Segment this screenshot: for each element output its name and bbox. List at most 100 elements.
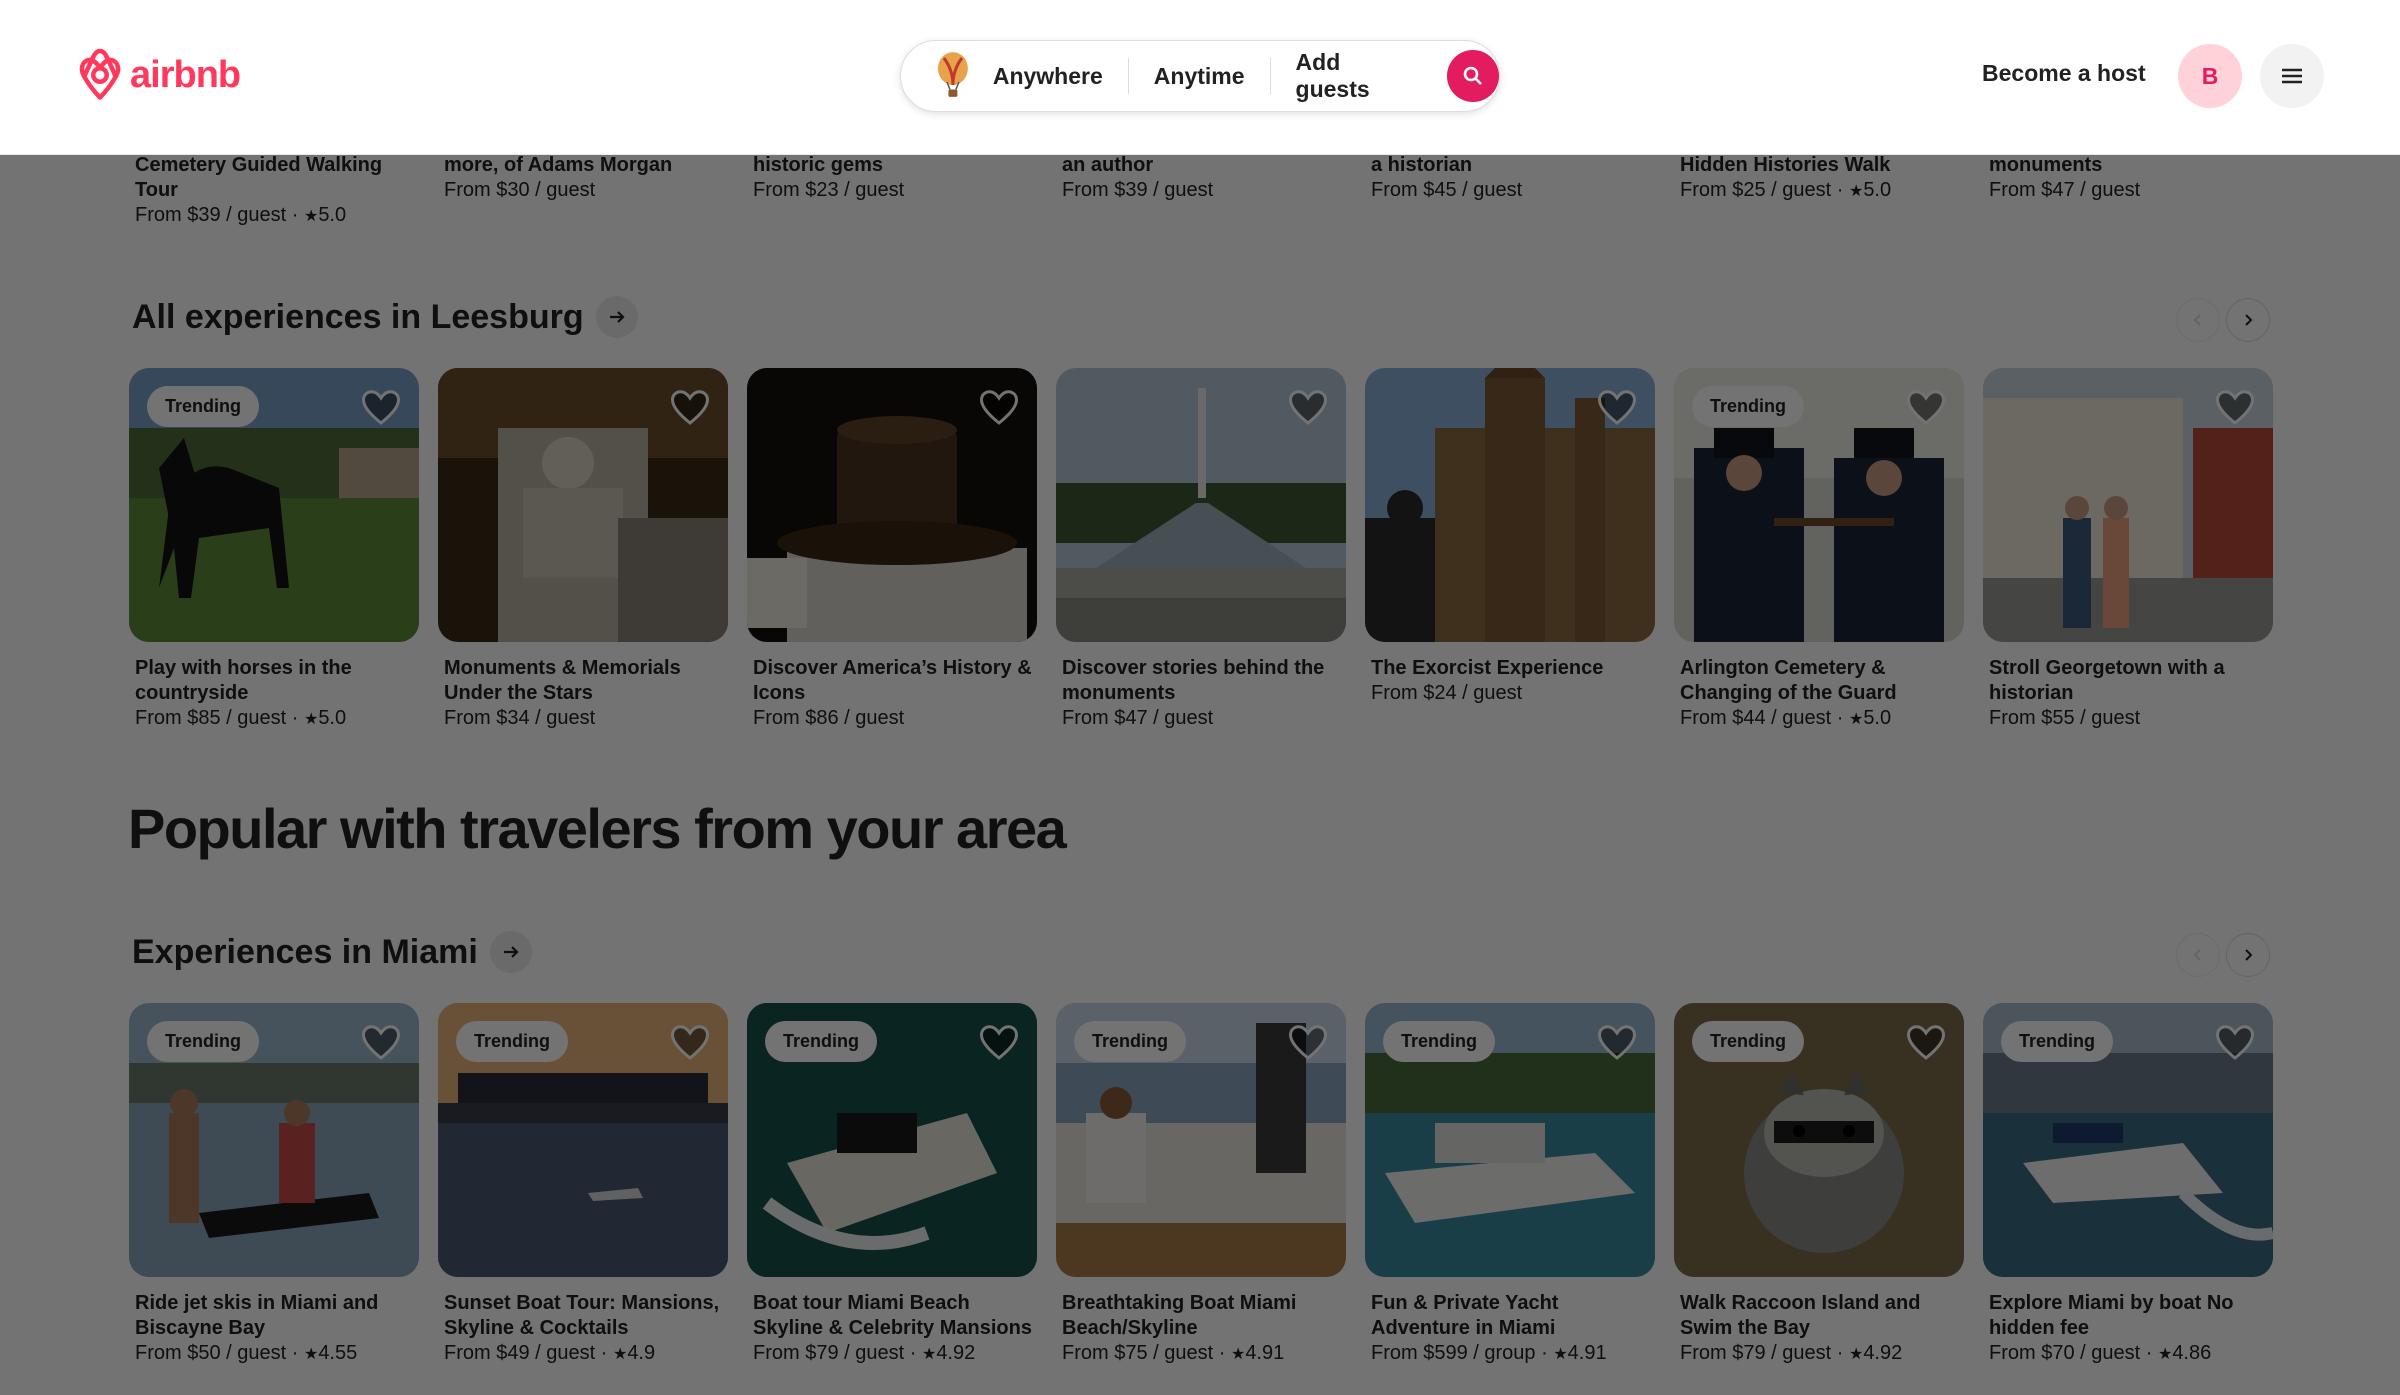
experience-card-text[interactable]: more, of Adams Morgan From $30 / guest [444,153,724,203]
experience-price: From $75 / guest [1062,1342,1214,1364]
heart-icon[interactable] [2215,1023,2255,1063]
experience-card-image[interactable]: Trending [747,1003,1037,1277]
experience-card-text[interactable]: an author From $39 / guest [1062,153,1342,203]
experience-price: From $25 / guest [1680,179,1832,201]
logo-text: airbnb [130,53,241,96]
experience-title[interactable]: Discover America’s History & Icons [753,656,1033,706]
experience-card-text[interactable]: Stroll Georgetown with a historian From $… [1989,656,2269,731]
experience-title[interactable]: The Exorcist Experience [1371,656,1651,681]
experience-title[interactable]: historic gems [753,153,1033,178]
section-title-text[interactable]: All experiences in Leesburg [132,298,584,337]
experience-card-image[interactable] [1056,368,1346,642]
airbnb-logo[interactable]: airbnb [76,48,241,102]
guests-filter[interactable]: Add guests [1271,49,1446,103]
experience-title[interactable]: Monuments & Memorials Under the Stars [444,656,724,706]
experience-card-image[interactable]: Trending [1674,368,1964,642]
location-filter[interactable]: Anywhere [993,63,1128,90]
carousel-prev-button[interactable] [2176,298,2220,342]
experience-card-image[interactable] [1365,368,1655,642]
experience-card-text[interactable]: Fun & Private Yacht Adventure in Miami Fr… [1371,1291,1651,1367]
heart-icon[interactable] [1597,388,1637,428]
heart-icon[interactable] [979,388,1019,428]
become-host-link[interactable]: Become a host [1982,60,2146,87]
experience-title[interactable]: Boat tour Miami Beach Skyline & Celebrit… [753,1291,1033,1341]
experience-card-image[interactable] [1983,368,2273,642]
heart-icon[interactable] [1597,1023,1637,1063]
experience-title[interactable]: a historian [1371,153,1651,178]
experience-title[interactable]: Play with horses in the countryside [135,656,415,706]
heart-icon[interactable] [1906,388,1946,428]
experience-card-text[interactable]: Explore Miami by boat No hidden fee From … [1989,1291,2269,1367]
heart-icon[interactable] [1288,388,1328,428]
experience-card-image[interactable] [747,368,1037,642]
experience-card-text[interactable]: Boat tour Miami Beach Skyline & Celebrit… [753,1291,1033,1367]
experience-price: From $599 / group [1371,1342,1536,1364]
experience-title[interactable]: Fun & Private Yacht Adventure in Miami [1371,1291,1651,1341]
experience-title[interactable]: Breathtaking Boat Miami Beach/Skyline [1062,1291,1342,1341]
experience-card-image[interactable]: Trending [1674,1003,1964,1277]
experience-card-text[interactable]: Hidden Histories Walk From $25 / guest · … [1680,153,1960,204]
experience-card-image[interactable]: Trending [1983,1003,2273,1277]
arrow-right-icon[interactable] [595,296,638,338]
experience-title[interactable]: monuments [1989,153,2269,178]
experience-meta: From $86 / guest [753,706,1033,731]
experience-title[interactable]: Explore Miami by boat No hidden fee [1989,1291,2269,1341]
experience-card-text[interactable]: Discover stories behind the monuments Fro… [1062,656,1342,731]
experience-card-text[interactable]: The Exorcist Experience From $24 / guest [1371,656,1651,706]
heart-icon[interactable] [1906,1023,1946,1063]
heart-icon[interactable] [1288,1023,1328,1063]
section-title-miami[interactable]: Experiences in Miami [132,931,532,973]
heart-icon[interactable] [979,1023,1019,1063]
heart-icon[interactable] [670,1023,710,1063]
experience-card-text[interactable]: monuments From $47 / guest [1989,153,2269,203]
carousel-prev-button[interactable] [2176,933,2220,977]
experience-title[interactable]: Cemetery Guided Walking Tour [135,153,415,203]
experience-card-image[interactable]: Trending [1056,1003,1346,1277]
search-bar[interactable]: Anywhere Anytime Add guests [900,40,1500,112]
experience-title[interactable]: Hidden Histories Walk [1680,153,1960,178]
experience-card-text[interactable]: Monuments & Memorials Under the Stars Fro… [444,656,724,731]
experience-title[interactable]: Arlington Cemetery & Changing of the Gua… [1680,656,1960,706]
experience-card-image[interactable]: Trending [1365,1003,1655,1277]
experience-title[interactable]: Walk Raccoon Island and Swim the Bay [1680,1291,1960,1341]
experience-card-image[interactable] [438,368,728,642]
date-filter[interactable]: Anytime [1129,63,1270,90]
avatar[interactable]: B [2178,44,2242,108]
heart-icon[interactable] [361,1023,401,1063]
experience-card-text[interactable]: Ride jet skis in Miami and Biscayne Bay F… [135,1291,415,1367]
experience-card-text[interactable]: a historian From $45 / guest [1371,153,1651,203]
search-icon [1463,66,1483,85]
experience-card-text[interactable]: Breathtaking Boat Miami Beach/Skyline Fro… [1062,1291,1342,1367]
experience-card-text[interactable]: Cemetery Guided Walking Tour From $39 / g… [135,153,415,229]
carousel-next-button[interactable] [2226,298,2270,342]
menu-button[interactable] [2260,44,2324,108]
section-title-leesburg[interactable]: All experiences in Leesburg [132,296,638,338]
experience-card-text[interactable]: Play with horses in the countryside From … [135,656,415,732]
arrow-right-icon[interactable] [489,931,532,973]
experience-title[interactable]: more, of Adams Morgan [444,153,724,178]
experience-title[interactable]: an author [1062,153,1342,178]
experience-card-image[interactable]: Trending [129,368,419,642]
trending-badge: Trending [765,1021,877,1062]
experience-title[interactable]: Ride jet skis in Miami and Biscayne Bay [135,1291,415,1341]
heart-icon[interactable] [2215,388,2255,428]
experience-meta: From $75 / guest · ★4.91 [1062,1342,1285,1364]
experience-card-text[interactable]: Walk Raccoon Island and Swim the Bay From… [1680,1291,1960,1367]
section-title-text[interactable]: Experiences in Miami [132,933,478,972]
experience-title[interactable]: Stroll Georgetown with a historian [1989,656,2269,706]
search-button[interactable] [1447,50,1500,102]
experience-card-image[interactable]: Trending [438,1003,728,1277]
experience-title[interactable]: Discover stories behind the monuments [1062,656,1342,706]
experience-card-image[interactable]: Trending [129,1003,419,1277]
experience-price: From $85 / guest [135,707,287,729]
carousel-next-button[interactable] [2226,933,2270,977]
heart-icon[interactable] [670,388,710,428]
experience-card-text[interactable]: Discover America’s History & Icons From $… [753,656,1033,731]
heart-icon[interactable] [361,388,401,428]
experience-card-text[interactable]: Sunset Boat Tour: Mansions, Skyline & Co… [444,1291,724,1367]
experience-card-text[interactable]: historic gems From $23 / guest [753,153,1033,203]
experience-title[interactable]: Sunset Boat Tour: Mansions, Skyline & Co… [444,1291,724,1341]
trending-badge: Trending [1692,1021,1804,1062]
experience-card-text[interactable]: Arlington Cemetery & Changing of the Gua… [1680,656,1960,732]
experience-rating: 4.91 [1245,1342,1285,1364]
